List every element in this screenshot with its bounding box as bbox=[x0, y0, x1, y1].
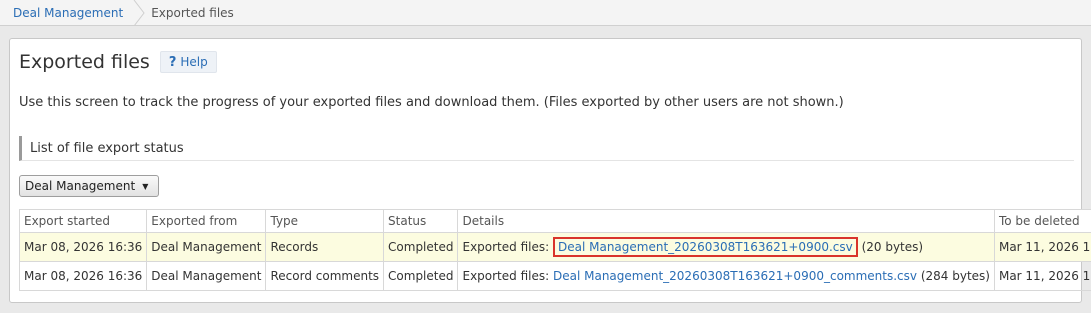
export-status-table: Export started Exported from Type Status… bbox=[18, 209, 1091, 291]
cell-details: Exported files: Deal Management_20260308… bbox=[457, 232, 995, 262]
question-icon: ? bbox=[168, 54, 177, 70]
breadcrumb-root-link[interactable]: Deal Management bbox=[0, 0, 133, 26]
header-exported-from: Exported from bbox=[146, 209, 267, 233]
help-label: Help bbox=[180, 55, 208, 69]
breadcrumb-current: Exported files bbox=[151, 5, 234, 20]
status-badge: Completed bbox=[383, 232, 459, 262]
details-prefix: Exported files: bbox=[462, 240, 550, 254]
help-button[interactable]: ? Help bbox=[159, 51, 217, 73]
cell-details: Exported files: Deal Management_20260308… bbox=[457, 261, 995, 291]
page-description: Use this screen to track the progress of… bbox=[19, 95, 844, 110]
title-row: Exported files ? Help bbox=[19, 51, 217, 73]
status-badge: Completed bbox=[383, 261, 459, 291]
breadcrumb: Deal Management Exported files bbox=[0, 0, 1091, 26]
table-row: Mar 08, 2026 16:36 Deal Management Recor… bbox=[18, 232, 1091, 262]
cell-type: Record comments bbox=[265, 261, 385, 291]
header-status: Status bbox=[383, 209, 459, 233]
file-size: (284 bytes) bbox=[920, 269, 990, 283]
cell-exported-from: Deal Management bbox=[146, 261, 267, 291]
cell-export-started: Mar 08, 2026 16:36 bbox=[18, 261, 148, 291]
caret-down-icon: ▼ bbox=[142, 181, 149, 191]
download-file-link[interactable]: Deal Management_20260308T163621+0900_com… bbox=[553, 269, 917, 283]
cell-export-started: Mar 08, 2026 16:36 bbox=[18, 232, 148, 262]
cell-exported-from: Deal Management bbox=[146, 232, 267, 262]
section-header: List of file export status bbox=[19, 136, 1074, 161]
header-export-started: Export started bbox=[18, 209, 148, 233]
app-filter-dropdown[interactable]: Deal Management ▼ bbox=[19, 175, 160, 197]
header-to-be-deleted: To be deleted bbox=[993, 209, 1091, 233]
table-header-row: Export started Exported from Type Status… bbox=[18, 209, 1091, 233]
cell-to-be-deleted: Mar 11, 2026 16:36 bbox=[993, 232, 1091, 262]
cell-type: Records bbox=[265, 232, 385, 262]
main-panel: Exported files ? Help Use this screen to… bbox=[9, 38, 1091, 303]
details-prefix: Exported files: bbox=[462, 269, 550, 283]
cell-to-be-deleted: Mar 11, 2026 16:36 bbox=[993, 261, 1091, 291]
download-file-link[interactable]: Deal Management_20260308T163621+0900.csv bbox=[552, 237, 858, 257]
dropdown-selected-value: Deal Management bbox=[25, 179, 136, 193]
page-title: Exported files bbox=[19, 51, 150, 73]
file-size: (20 bytes) bbox=[861, 240, 924, 254]
breadcrumb-separator-icon bbox=[133, 0, 147, 26]
header-type: Type bbox=[265, 209, 385, 233]
table-row: Mar 08, 2026 16:36 Deal Management Recor… bbox=[18, 261, 1091, 291]
header-details: Details bbox=[457, 209, 995, 233]
